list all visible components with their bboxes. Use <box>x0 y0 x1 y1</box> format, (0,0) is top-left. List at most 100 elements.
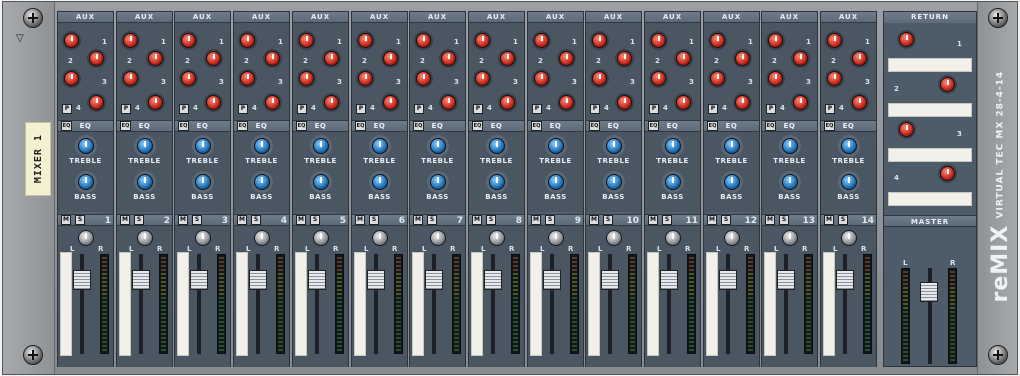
pan-knob[interactable] <box>78 230 94 246</box>
aux-1-knob[interactable] <box>358 33 373 48</box>
solo-button[interactable]: S <box>545 215 555 225</box>
mute-button[interactable]: M <box>589 215 599 225</box>
return-label-tape[interactable] <box>888 148 972 162</box>
bass-knob[interactable] <box>489 174 505 190</box>
mute-button[interactable]: M <box>355 215 365 225</box>
pan-knob[interactable] <box>841 230 857 246</box>
channel-name-tape[interactable] <box>471 252 483 356</box>
channel-fader[interactable] <box>543 270 561 290</box>
bass-knob[interactable] <box>313 174 329 190</box>
channel-name-tape[interactable] <box>177 252 189 356</box>
aux-4-knob[interactable] <box>852 95 867 110</box>
solo-button[interactable]: S <box>192 215 202 225</box>
aux-1-knob[interactable] <box>240 33 255 48</box>
aux-3-knob[interactable] <box>651 71 666 86</box>
bass-knob[interactable] <box>372 174 388 190</box>
aux-3-knob[interactable] <box>358 71 373 86</box>
pan-knob[interactable] <box>430 230 446 246</box>
aux-4-knob[interactable] <box>735 95 750 110</box>
pan-knob[interactable] <box>724 230 740 246</box>
aux-1-knob[interactable] <box>651 33 666 48</box>
aux-pre-button[interactable]: P <box>473 104 483 114</box>
channel-fader[interactable] <box>249 270 267 290</box>
aux-3-knob[interactable] <box>710 71 725 86</box>
aux-4-knob[interactable] <box>206 95 221 110</box>
aux-2-knob[interactable] <box>441 51 456 66</box>
pan-knob[interactable] <box>195 230 211 246</box>
channel-name-tape[interactable] <box>647 252 659 356</box>
channel-name-tape[interactable] <box>354 252 366 356</box>
aux-2-knob[interactable] <box>148 51 163 66</box>
mute-button[interactable]: M <box>120 215 130 225</box>
return-1-level-knob[interactable] <box>899 32 914 47</box>
aux-4-knob[interactable] <box>617 95 632 110</box>
aux-4-knob[interactable] <box>89 95 104 110</box>
treble-knob[interactable] <box>313 138 329 154</box>
treble-knob[interactable] <box>195 138 211 154</box>
treble-knob[interactable] <box>665 138 681 154</box>
bass-knob[interactable] <box>665 174 681 190</box>
aux-2-knob[interactable] <box>89 51 104 66</box>
pan-knob[interactable] <box>782 230 798 246</box>
channel-name-tape[interactable] <box>764 252 776 356</box>
aux-pre-button[interactable]: P <box>708 104 718 114</box>
channel-fader[interactable] <box>73 270 91 290</box>
pan-knob[interactable] <box>548 230 564 246</box>
aux-1-knob[interactable] <box>768 33 783 48</box>
aux-4-knob[interactable] <box>324 95 339 110</box>
aux-3-knob[interactable] <box>240 71 255 86</box>
pan-knob[interactable] <box>489 230 505 246</box>
aux-2-knob[interactable] <box>500 51 515 66</box>
aux-3-knob[interactable] <box>827 71 842 86</box>
bass-knob[interactable] <box>195 174 211 190</box>
treble-knob[interactable] <box>606 138 622 154</box>
pan-knob[interactable] <box>254 230 270 246</box>
master-fader[interactable] <box>920 282 938 302</box>
solo-button[interactable]: S <box>486 215 496 225</box>
aux-1-knob[interactable] <box>592 33 607 48</box>
channel-name-tape[interactable] <box>295 252 307 356</box>
channel-fader[interactable] <box>132 270 150 290</box>
aux-pre-button[interactable]: P <box>356 104 366 114</box>
aux-1-knob[interactable] <box>64 33 79 48</box>
treble-knob[interactable] <box>372 138 388 154</box>
aux-pre-button[interactable]: P <box>179 104 189 114</box>
aux-pre-button[interactable]: P <box>414 104 424 114</box>
pan-knob[interactable] <box>665 230 681 246</box>
bass-knob[interactable] <box>430 174 446 190</box>
aux-pre-button[interactable]: P <box>825 104 835 114</box>
aux-1-knob[interactable] <box>827 33 842 48</box>
aux-1-knob[interactable] <box>299 33 314 48</box>
bass-knob[interactable] <box>724 174 740 190</box>
solo-button[interactable]: S <box>134 215 144 225</box>
treble-knob[interactable] <box>489 138 505 154</box>
aux-1-knob[interactable] <box>475 33 490 48</box>
device-label-tape[interactable]: MIXER 1 <box>25 122 51 196</box>
channel-name-tape[interactable] <box>236 252 248 356</box>
aux-3-knob[interactable] <box>64 71 79 86</box>
channel-fader[interactable] <box>660 270 678 290</box>
solo-button[interactable]: S <box>838 215 848 225</box>
aux-4-knob[interactable] <box>441 95 456 110</box>
bass-knob[interactable] <box>841 174 857 190</box>
aux-2-knob[interactable] <box>617 51 632 66</box>
treble-knob[interactable] <box>430 138 446 154</box>
solo-button[interactable]: S <box>75 215 85 225</box>
bass-knob[interactable] <box>78 174 94 190</box>
treble-knob[interactable] <box>137 138 153 154</box>
aux-4-knob[interactable] <box>148 95 163 110</box>
channel-name-tape[interactable] <box>60 252 72 356</box>
channel-name-tape[interactable] <box>706 252 718 356</box>
solo-button[interactable]: S <box>603 215 613 225</box>
mute-button[interactable]: M <box>237 215 247 225</box>
pan-knob[interactable] <box>606 230 622 246</box>
aux-3-knob[interactable] <box>416 71 431 86</box>
aux-1-knob[interactable] <box>710 33 725 48</box>
aux-pre-button[interactable]: P <box>238 104 248 114</box>
channel-name-tape[interactable] <box>530 252 542 356</box>
channel-fader[interactable] <box>601 270 619 290</box>
channel-fader[interactable] <box>308 270 326 290</box>
bass-knob[interactable] <box>137 174 153 190</box>
aux-pre-button[interactable]: P <box>532 104 542 114</box>
aux-2-knob[interactable] <box>852 51 867 66</box>
